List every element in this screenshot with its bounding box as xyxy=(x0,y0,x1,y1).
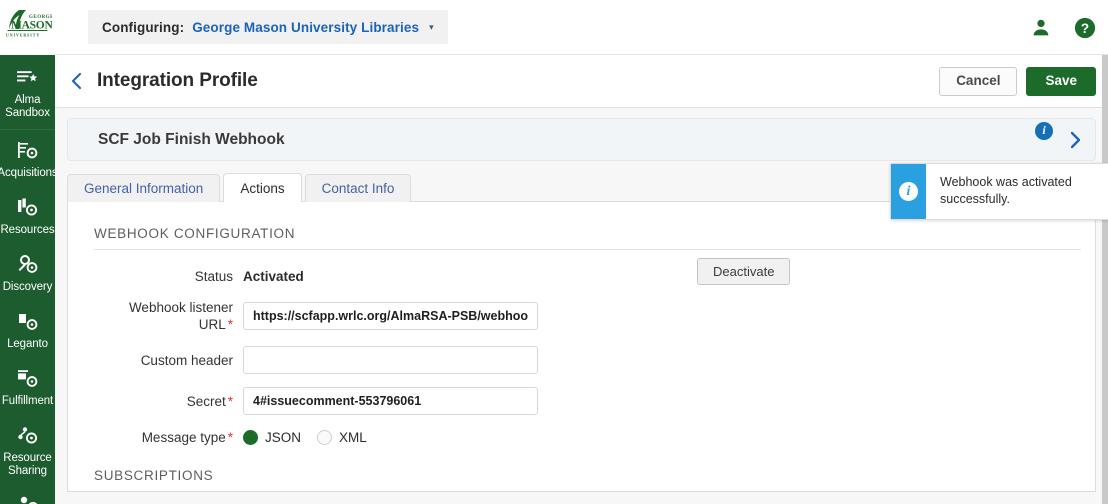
acquisitions-icon xyxy=(15,138,41,164)
subscriptions-title: SUBSCRIPTIONS xyxy=(94,468,214,483)
resource-sharing-icon xyxy=(15,423,41,449)
sidebar-item-label: Leganto xyxy=(7,338,48,350)
chevron-left-icon[interactable] xyxy=(65,69,89,93)
page-scrollbar[interactable] xyxy=(1102,55,1108,504)
sidebar-item-label: Resources xyxy=(0,224,55,236)
sidebar-item-label-2: Sandbox xyxy=(5,107,50,119)
status-label: Status xyxy=(194,269,233,284)
message-type-label-text: Message type xyxy=(141,430,226,445)
resources-icon xyxy=(15,195,41,221)
custom-header-label: Custom header xyxy=(140,352,233,368)
webhook-url-row: Webhook listener URL * xyxy=(68,299,1095,333)
secret-row: Secret * xyxy=(68,387,1095,415)
sidebar-item-label: Alma xyxy=(14,94,41,106)
radio-xml-label: XML xyxy=(339,430,367,445)
deactivate-button[interactable]: Deactivate xyxy=(697,258,791,285)
sidebar-item-leganto[interactable]: Leganto xyxy=(0,301,55,358)
topbar-actions: ? xyxy=(1030,0,1096,55)
configuring-label: Configuring: xyxy=(102,19,185,35)
required-mark: * xyxy=(227,393,233,409)
message-type-label: Message type * xyxy=(68,429,243,446)
cancel-button[interactable]: Cancel xyxy=(939,66,1018,96)
notification-toast: i Webhook was activated successfully. ✕ xyxy=(890,163,1108,220)
gmu-logo-icon: GEORGE MASON UNIVERSITY xyxy=(6,10,52,38)
save-button[interactable]: Save xyxy=(1026,66,1096,96)
sidebar-item-alma-sandbox[interactable]: Alma Sandbox xyxy=(0,55,55,130)
sidebar: Alma Sandbox Acquisitions Resources Disc… xyxy=(0,55,55,504)
tab-general-information[interactable]: General Information xyxy=(67,174,221,202)
actions-panel: WEBHOOK CONFIGURATION Status Activated D… xyxy=(67,202,1096,492)
top-bar: GEORGE MASON UNIVERSITY Configuring: Geo… xyxy=(0,0,1108,55)
custom-header-row: Custom header xyxy=(68,346,1095,374)
leganto-icon xyxy=(15,309,41,335)
radio-xml[interactable] xyxy=(317,430,333,445)
sidebar-item-fulfillment[interactable]: Fulfillment xyxy=(0,358,55,415)
webhook-url-input[interactable] xyxy=(243,302,538,330)
tab-contact-info[interactable]: Contact Info xyxy=(304,174,412,202)
info-icon[interactable]: i xyxy=(1035,121,1053,140)
page-title: Integration Profile xyxy=(97,70,258,91)
sidebar-item-label: Acquisitions xyxy=(0,167,55,179)
webhook-url-label: Webhook listener URL * xyxy=(68,299,243,333)
gmu-logo[interactable]: GEORGE MASON UNIVERSITY xyxy=(0,0,55,55)
webhook-url-label-line2: URL xyxy=(198,317,226,332)
sidebar-item-label-2: Sharing xyxy=(8,465,47,477)
webhook-url-label-line1: Webhook listener xyxy=(128,300,233,315)
chevron-down-icon: ▾ xyxy=(429,21,434,32)
configuring-value: George Mason University Libraries xyxy=(192,19,420,35)
sidebar-item-label: Resource xyxy=(3,452,52,464)
status-row: Status Activated Deactivate xyxy=(68,258,1095,285)
record-header-actions: i xyxy=(1035,121,1083,149)
required-mark: * xyxy=(227,430,233,445)
page-header-actions: Cancel Save xyxy=(939,66,1096,96)
discovery-icon xyxy=(15,252,41,278)
section-divider xyxy=(94,249,1081,250)
sidebar-item-discovery[interactable]: Discovery xyxy=(0,244,55,301)
custom-header-input[interactable] xyxy=(243,346,538,374)
message-type-option-json[interactable]: JSON xyxy=(243,430,301,445)
record-title: SCF Job Finish Webhook xyxy=(98,130,285,148)
message-type-row: Message type * JSON XML xyxy=(68,429,1095,446)
sidebar-item-acquisitions[interactable]: Acquisitions xyxy=(0,130,55,187)
chevron-right-icon[interactable] xyxy=(1067,131,1083,149)
app-root: GEORGE MASON UNIVERSITY Configuring: Geo… xyxy=(0,0,1108,504)
required-mark: * xyxy=(227,317,233,332)
subscriptions-divider xyxy=(94,491,1081,492)
secret-input[interactable] xyxy=(243,387,538,415)
toast-accent-bar: i xyxy=(891,164,926,219)
sidebar-item-resource-sharing[interactable]: Resource Sharing xyxy=(0,415,55,485)
secret-label-text: Secret xyxy=(186,393,226,409)
svg-text:MASON: MASON xyxy=(11,20,52,32)
fulfillment-icon xyxy=(15,366,41,392)
page-header: Integration Profile Cancel Save xyxy=(55,55,1108,108)
sidebar-item-label: Discovery xyxy=(2,281,53,293)
help-icon[interactable]: ? xyxy=(1074,17,1096,39)
sidebar-item-admin[interactable] xyxy=(0,485,55,504)
svg-text:?: ? xyxy=(1081,21,1089,36)
message-type-radio-group: JSON XML xyxy=(243,430,367,445)
tab-actions[interactable]: Actions xyxy=(223,173,302,202)
toast-message: Webhook was activated successfully. xyxy=(940,175,1072,206)
secret-label: Secret * xyxy=(68,393,243,410)
alma-sandbox-icon xyxy=(15,65,41,91)
record-header-bar: SCF Job Finish Webhook i xyxy=(67,118,1096,161)
info-icon: i xyxy=(899,182,918,201)
message-type-option-xml[interactable]: XML xyxy=(317,430,367,445)
status-value: Activated xyxy=(243,269,304,284)
sidebar-item-label: Fulfillment xyxy=(1,395,54,407)
radio-json[interactable] xyxy=(243,430,258,445)
configuring-selector[interactable]: Configuring: George Mason University Lib… xyxy=(88,10,448,44)
svg-text:UNIVERSITY: UNIVERSITY xyxy=(6,33,40,38)
radio-json-label: JSON xyxy=(265,430,302,445)
person-icon[interactable] xyxy=(1030,17,1052,39)
admin-icon xyxy=(15,493,41,504)
sidebar-item-resources[interactable]: Resources xyxy=(0,187,55,244)
main-content: Integration Profile Cancel Save SCF Job … xyxy=(55,55,1108,504)
